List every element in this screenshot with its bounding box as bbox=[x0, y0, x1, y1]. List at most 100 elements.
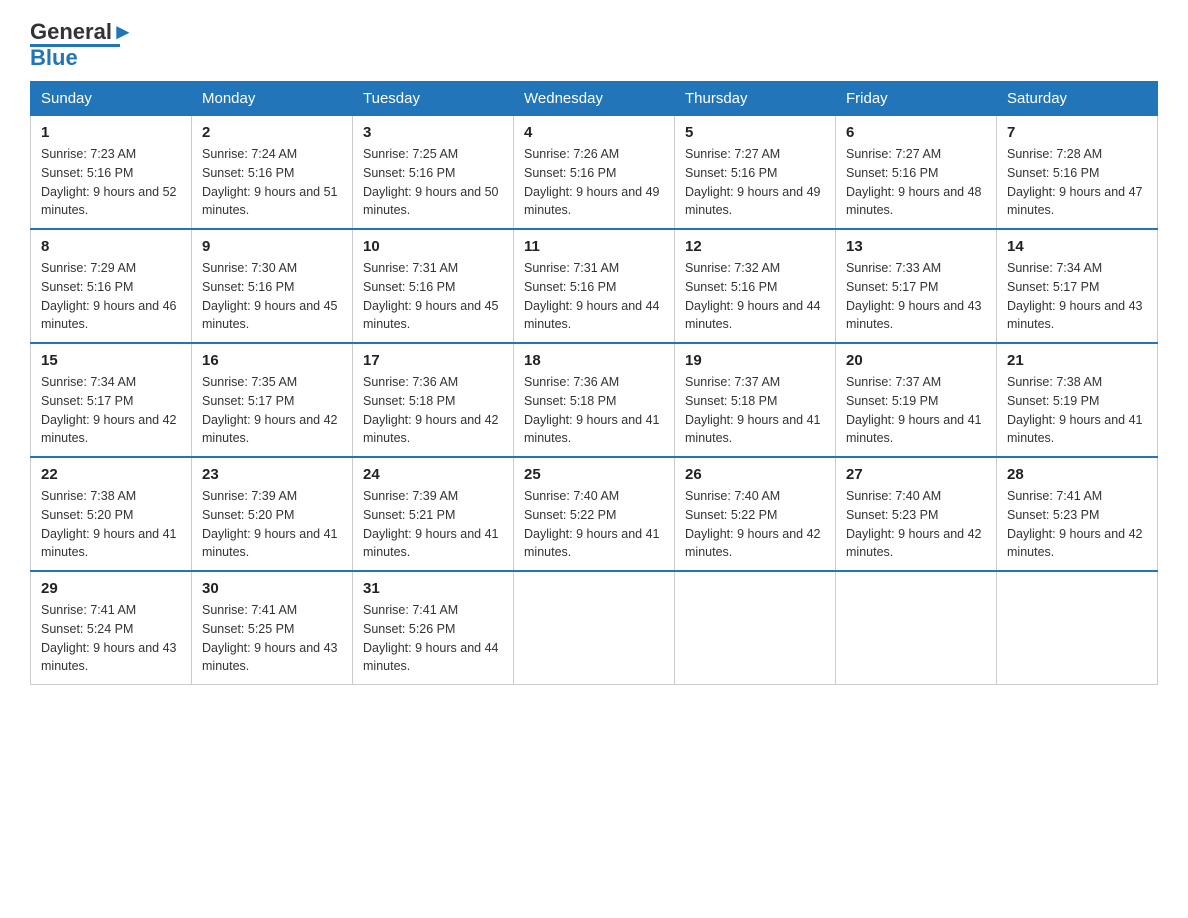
calendar-cell: 5 Sunrise: 7:27 AMSunset: 5:16 PMDaylight… bbox=[675, 116, 836, 230]
day-info: Sunrise: 7:30 AMSunset: 5:16 PMDaylight:… bbox=[202, 259, 342, 334]
day-number: 23 bbox=[202, 466, 342, 483]
day-info: Sunrise: 7:40 AMSunset: 5:23 PMDaylight:… bbox=[846, 487, 986, 562]
weekday-header-tuesday: Tuesday bbox=[353, 82, 514, 116]
day-info: Sunrise: 7:37 AMSunset: 5:19 PMDaylight:… bbox=[846, 373, 986, 448]
day-number: 3 bbox=[363, 124, 503, 141]
calendar-cell: 2 Sunrise: 7:24 AMSunset: 5:16 PMDaylight… bbox=[192, 116, 353, 230]
calendar-week-row: 1Sunrise: 7:23 AMSunset: 5:16 PMDaylight… bbox=[31, 116, 1158, 230]
day-number: 21 bbox=[1007, 352, 1147, 369]
day-info: Sunrise: 7:39 AMSunset: 5:21 PMDaylight:… bbox=[363, 487, 503, 562]
day-number: 22 bbox=[41, 466, 181, 483]
weekday-header-saturday: Saturday bbox=[997, 82, 1158, 116]
calendar-week-row: 29 Sunrise: 7:41 AMSunset: 5:24 PMDayligh… bbox=[31, 571, 1158, 685]
calendar-cell: 20 Sunrise: 7:37 AMSunset: 5:19 PMDayligh… bbox=[836, 343, 997, 457]
calendar-cell: 30 Sunrise: 7:41 AMSunset: 5:25 PMDayligh… bbox=[192, 571, 353, 685]
day-number: 18 bbox=[524, 352, 664, 369]
day-info: Sunrise: 7:29 AMSunset: 5:16 PMDaylight:… bbox=[41, 259, 181, 334]
day-info: Sunrise: 7:34 AMSunset: 5:17 PMDaylight:… bbox=[41, 373, 181, 448]
day-number: 19 bbox=[685, 352, 825, 369]
logo: General► Blue bbox=[30, 20, 134, 71]
calendar-cell: 12 Sunrise: 7:32 AMSunset: 5:16 PMDayligh… bbox=[675, 229, 836, 343]
day-number: 24 bbox=[363, 466, 503, 483]
day-number: 30 bbox=[202, 580, 342, 597]
calendar-cell: 19 Sunrise: 7:37 AMSunset: 5:18 PMDayligh… bbox=[675, 343, 836, 457]
day-info: Sunrise: 7:40 AMSunset: 5:22 PMDaylight:… bbox=[524, 487, 664, 562]
day-info: Sunrise: 7:41 AMSunset: 5:25 PMDaylight:… bbox=[202, 601, 342, 676]
calendar-cell: 24 Sunrise: 7:39 AMSunset: 5:21 PMDayligh… bbox=[353, 457, 514, 571]
calendar-cell: 9 Sunrise: 7:30 AMSunset: 5:16 PMDaylight… bbox=[192, 229, 353, 343]
day-number: 7 bbox=[1007, 124, 1147, 141]
logo-blue-text: Blue bbox=[30, 45, 78, 71]
day-number: 15 bbox=[41, 352, 181, 369]
day-info: Sunrise: 7:32 AMSunset: 5:16 PMDaylight:… bbox=[685, 259, 825, 334]
calendar-table: SundayMondayTuesdayWednesdayThursdayFrid… bbox=[30, 81, 1158, 685]
day-number: 13 bbox=[846, 238, 986, 255]
calendar-cell: 11 Sunrise: 7:31 AMSunset: 5:16 PMDayligh… bbox=[514, 229, 675, 343]
weekday-header-thursday: Thursday bbox=[675, 82, 836, 116]
calendar-cell: 13Sunrise: 7:33 AMSunset: 5:17 PMDayligh… bbox=[836, 229, 997, 343]
day-info: Sunrise: 7:41 AMSunset: 5:24 PMDaylight:… bbox=[41, 601, 181, 676]
day-number: 2 bbox=[202, 124, 342, 141]
day-info: Sunrise: 7:27 AMSunset: 5:16 PMDaylight:… bbox=[685, 145, 825, 220]
day-number: 8 bbox=[41, 238, 181, 255]
weekday-header-friday: Friday bbox=[836, 82, 997, 116]
calendar-cell: 16Sunrise: 7:35 AMSunset: 5:17 PMDayligh… bbox=[192, 343, 353, 457]
calendar-cell: 15 Sunrise: 7:34 AMSunset: 5:17 PMDayligh… bbox=[31, 343, 192, 457]
day-info: Sunrise: 7:40 AMSunset: 5:22 PMDaylight:… bbox=[685, 487, 825, 562]
day-number: 12 bbox=[685, 238, 825, 255]
day-info: Sunrise: 7:41 AMSunset: 5:26 PMDaylight:… bbox=[363, 601, 503, 676]
day-number: 4 bbox=[524, 124, 664, 141]
day-number: 20 bbox=[846, 352, 986, 369]
day-number: 26 bbox=[685, 466, 825, 483]
calendar-cell bbox=[836, 571, 997, 685]
day-number: 28 bbox=[1007, 466, 1147, 483]
logo-text: General► bbox=[30, 20, 134, 44]
day-info: Sunrise: 7:39 AMSunset: 5:20 PMDaylight:… bbox=[202, 487, 342, 562]
day-number: 5 bbox=[685, 124, 825, 141]
calendar-cell: 23 Sunrise: 7:39 AMSunset: 5:20 PMDayligh… bbox=[192, 457, 353, 571]
calendar-cell: 18 Sunrise: 7:36 AMSunset: 5:18 PMDayligh… bbox=[514, 343, 675, 457]
day-info: Sunrise: 7:26 AMSunset: 5:16 PMDaylight:… bbox=[524, 145, 664, 220]
calendar-cell: 27Sunrise: 7:40 AMSunset: 5:23 PMDayligh… bbox=[836, 457, 997, 571]
day-info: Sunrise: 7:27 AMSunset: 5:16 PMDaylight:… bbox=[846, 145, 986, 220]
calendar-cell: 3 Sunrise: 7:25 AMSunset: 5:16 PMDaylight… bbox=[353, 116, 514, 230]
weekday-header-sunday: Sunday bbox=[31, 82, 192, 116]
day-number: 6 bbox=[846, 124, 986, 141]
weekday-header-row: SundayMondayTuesdayWednesdayThursdayFrid… bbox=[31, 82, 1158, 116]
calendar-cell: 8 Sunrise: 7:29 AMSunset: 5:16 PMDaylight… bbox=[31, 229, 192, 343]
calendar-cell: 6 Sunrise: 7:27 AMSunset: 5:16 PMDaylight… bbox=[836, 116, 997, 230]
day-number: 1 bbox=[41, 124, 181, 141]
calendar-cell: 25 Sunrise: 7:40 AMSunset: 5:22 PMDayligh… bbox=[514, 457, 675, 571]
day-number: 9 bbox=[202, 238, 342, 255]
calendar-cell: 22Sunrise: 7:38 AMSunset: 5:20 PMDayligh… bbox=[31, 457, 192, 571]
day-number: 11 bbox=[524, 238, 664, 255]
calendar-cell bbox=[514, 571, 675, 685]
day-info: Sunrise: 7:31 AMSunset: 5:16 PMDaylight:… bbox=[363, 259, 503, 334]
page-header: General► Blue bbox=[30, 20, 1158, 71]
day-info: Sunrise: 7:34 AMSunset: 5:17 PMDaylight:… bbox=[1007, 259, 1147, 334]
day-number: 14 bbox=[1007, 238, 1147, 255]
calendar-cell bbox=[997, 571, 1158, 685]
calendar-cell: 21 Sunrise: 7:38 AMSunset: 5:19 PMDayligh… bbox=[997, 343, 1158, 457]
day-number: 10 bbox=[363, 238, 503, 255]
calendar-cell: 26 Sunrise: 7:40 AMSunset: 5:22 PMDayligh… bbox=[675, 457, 836, 571]
weekday-header-monday: Monday bbox=[192, 82, 353, 116]
day-info: Sunrise: 7:41 AMSunset: 5:23 PMDaylight:… bbox=[1007, 487, 1147, 562]
calendar-week-row: 15 Sunrise: 7:34 AMSunset: 5:17 PMDayligh… bbox=[31, 343, 1158, 457]
calendar-cell: 4 Sunrise: 7:26 AMSunset: 5:16 PMDaylight… bbox=[514, 116, 675, 230]
calendar-week-row: 22Sunrise: 7:38 AMSunset: 5:20 PMDayligh… bbox=[31, 457, 1158, 571]
day-info: Sunrise: 7:25 AMSunset: 5:16 PMDaylight:… bbox=[363, 145, 503, 220]
day-info: Sunrise: 7:37 AMSunset: 5:18 PMDaylight:… bbox=[685, 373, 825, 448]
day-info: Sunrise: 7:38 AMSunset: 5:19 PMDaylight:… bbox=[1007, 373, 1147, 448]
calendar-cell: 31Sunrise: 7:41 AMSunset: 5:26 PMDayligh… bbox=[353, 571, 514, 685]
day-number: 29 bbox=[41, 580, 181, 597]
calendar-cell: 10 Sunrise: 7:31 AMSunset: 5:16 PMDayligh… bbox=[353, 229, 514, 343]
calendar-cell: 29 Sunrise: 7:41 AMSunset: 5:24 PMDayligh… bbox=[31, 571, 192, 685]
day-info: Sunrise: 7:36 AMSunset: 5:18 PMDaylight:… bbox=[363, 373, 503, 448]
day-number: 25 bbox=[524, 466, 664, 483]
day-info: Sunrise: 7:35 AMSunset: 5:17 PMDaylight:… bbox=[202, 373, 342, 448]
day-info: Sunrise: 7:31 AMSunset: 5:16 PMDaylight:… bbox=[524, 259, 664, 334]
calendar-cell: 28 Sunrise: 7:41 AMSunset: 5:23 PMDayligh… bbox=[997, 457, 1158, 571]
day-info: Sunrise: 7:24 AMSunset: 5:16 PMDaylight:… bbox=[202, 145, 342, 220]
day-info: Sunrise: 7:36 AMSunset: 5:18 PMDaylight:… bbox=[524, 373, 664, 448]
